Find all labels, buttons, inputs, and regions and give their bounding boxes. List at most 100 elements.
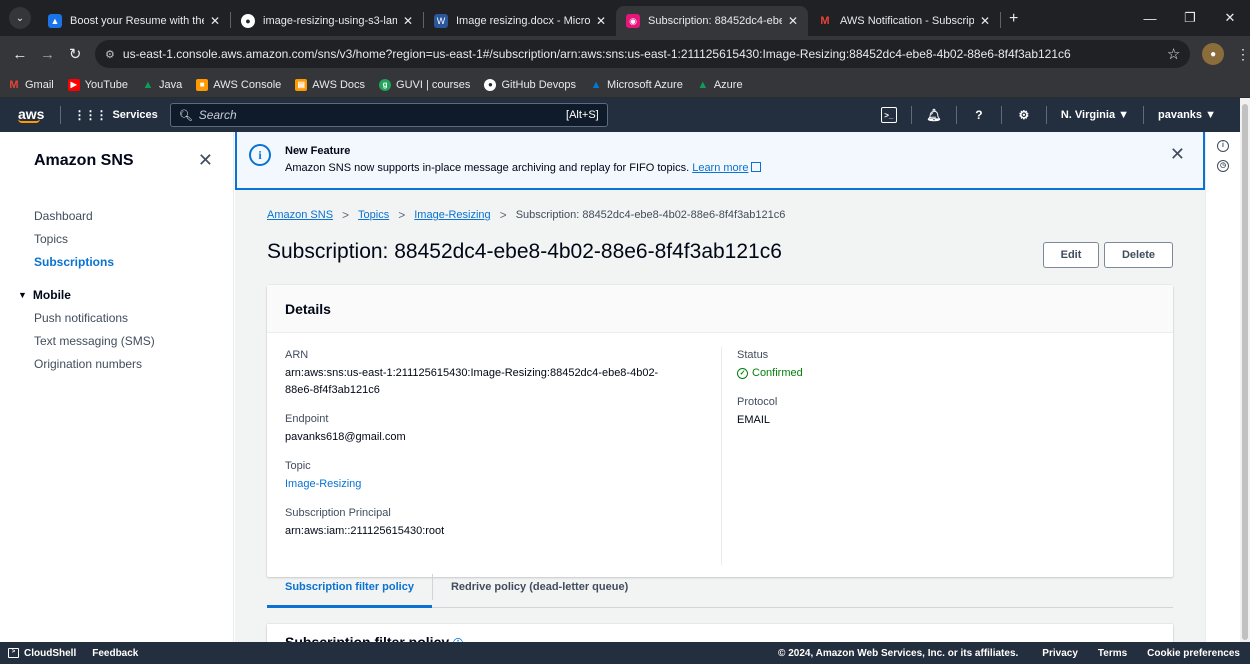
bookmark-star-icon[interactable]: ☆ bbox=[1167, 45, 1180, 63]
search-input[interactable] bbox=[198, 108, 567, 122]
restore-icon[interactable]: ❐ bbox=[1170, 10, 1210, 26]
breadcrumb-current: Subscription: 88452dc4-ebe8-4b02-88e6-8f… bbox=[515, 209, 786, 221]
filter-policy-panel: Subscription filter policy ⓘ bbox=[267, 624, 1173, 642]
forward-arrow-icon[interactable]: → bbox=[34, 46, 62, 63]
aws-search-box[interactable]: 🔍︎ [Alt+S] bbox=[169, 103, 608, 127]
url-field[interactable]: ⚙ us-east-1.console.aws.amazon.com/sns/v… bbox=[95, 40, 1191, 68]
gmail-icon: M bbox=[9, 78, 19, 91]
browser-tab-gmail[interactable]: M AWS Notification - Subscription ✕ bbox=[808, 6, 1000, 36]
feedback-link[interactable]: Feedback bbox=[92, 648, 138, 659]
bookmark-label: AWS Console bbox=[213, 78, 282, 91]
topic-link[interactable]: Image-Resizing bbox=[285, 478, 361, 490]
help-icon[interactable]: ? bbox=[971, 107, 987, 123]
close-icon[interactable]: ✕ bbox=[1170, 144, 1185, 165]
protocol-field: Protocol EMAIL bbox=[737, 396, 1157, 429]
page-scrollbar[interactable] bbox=[1240, 98, 1250, 642]
breadcrumb-image-resizing[interactable]: Image-Resizing bbox=[414, 209, 490, 221]
bell-icon[interactable]: 🔔︎ bbox=[926, 107, 942, 123]
github-icon: ● bbox=[241, 14, 255, 28]
region-selector[interactable]: N. Virginia ▼ bbox=[1061, 109, 1129, 121]
sidebar-title[interactable]: Amazon SNS bbox=[34, 152, 134, 170]
close-icon[interactable]: ✕ bbox=[198, 150, 213, 171]
sidebar-item-origination-numbers[interactable]: Origination numbers bbox=[0, 353, 233, 376]
minimize-icon[interactable]: — bbox=[1130, 11, 1170, 26]
bookmark-aws-docs[interactable]: ▤ AWS Docs bbox=[295, 78, 365, 91]
cloudshell-icon[interactable]: >_ bbox=[880, 107, 897, 123]
close-icon[interactable]: ✕ bbox=[788, 14, 798, 28]
info-icon[interactable]: i bbox=[1217, 140, 1229, 152]
tab-subscription-filter-policy[interactable]: Subscription filter policy bbox=[267, 572, 432, 608]
services-menu[interactable]: ⋮⋮⋮ Services bbox=[73, 108, 157, 122]
site-settings-icon[interactable]: ⚙ bbox=[105, 48, 115, 61]
close-icon[interactable]: ✕ bbox=[596, 14, 606, 28]
learn-more-link[interactable]: Learn more bbox=[692, 162, 762, 174]
cloudshell-button[interactable]: > CloudShell bbox=[8, 648, 76, 659]
protocol-label: Protocol bbox=[737, 396, 778, 408]
clock-icon[interactable]: ◷ bbox=[1217, 160, 1229, 172]
gear-icon[interactable]: ⚙ bbox=[1016, 107, 1032, 123]
browser-tab-word[interactable]: W Image resizing.docx - Microsoft ✕ bbox=[424, 6, 616, 36]
close-icon[interactable]: ✕ bbox=[403, 14, 413, 28]
window-close-icon[interactable]: ✕ bbox=[1210, 10, 1250, 26]
nav-separator bbox=[60, 106, 62, 124]
bookmark-youtube[interactable]: ▶ YouTube bbox=[67, 78, 128, 91]
scrollbar-thumb[interactable] bbox=[1242, 104, 1248, 640]
bookmark-java[interactable]: ▲ Java bbox=[142, 79, 183, 91]
bookmark-azure[interactable]: ▲ Azure bbox=[697, 79, 742, 91]
grid-icon: ⋮⋮⋮ bbox=[73, 108, 107, 122]
nav-separator bbox=[1000, 106, 1002, 124]
browser-tab-sns-subscription[interactable]: ◉ Subscription: 88452dc4-ebe8-4 ✕ bbox=[616, 6, 808, 36]
cube-icon: ■ bbox=[196, 78, 209, 91]
more-options-icon[interactable]: ⋮ bbox=[1236, 46, 1250, 63]
browser-tabstrip: ⌄ ▲ Boost your Resume with these F ✕ ● i… bbox=[0, 0, 1250, 36]
account-menu[interactable]: pavanks ▼ bbox=[1158, 109, 1216, 121]
new-feature-flashbar: i New Feature Amazon SNS now supports in… bbox=[235, 132, 1205, 190]
tab-redrive-policy[interactable]: Redrive policy (dead-letter queue) bbox=[433, 572, 646, 608]
sidebar-item-topics[interactable]: Topics bbox=[0, 228, 233, 251]
bookmark-gmail[interactable]: M Gmail bbox=[8, 78, 53, 91]
browser-tab-github[interactable]: ● image-resizing-using-s3-lambd ✕ bbox=[231, 6, 423, 36]
privacy-link[interactable]: Privacy bbox=[1042, 648, 1078, 659]
browser-tab-resume[interactable]: ▲ Boost your Resume with these F ✕ bbox=[38, 6, 230, 36]
details-left-column: ARN arn:aws:sns:us-east-1:211125615430:I… bbox=[285, 349, 715, 554]
filter-policy-heading: Subscription filter policy ⓘ bbox=[267, 624, 1173, 642]
breadcrumb-topics[interactable]: Topics bbox=[358, 209, 389, 221]
chevron-right-icon: > bbox=[342, 208, 350, 222]
bookmark-guvi[interactable]: g GUVI | courses bbox=[379, 78, 470, 91]
aws-top-nav: aws ⋮⋮⋮ Services 🔍︎ [Alt+S] >_ 🔔︎ ? ⚙ N.… bbox=[0, 98, 1240, 132]
sidebar-item-push-notifications[interactable]: Push notifications bbox=[0, 307, 233, 330]
back-arrow-icon[interactable]: ← bbox=[6, 46, 34, 63]
sidebar-group-label: Mobile bbox=[32, 288, 71, 302]
cookie-preferences-link[interactable]: Cookie preferences bbox=[1147, 648, 1240, 659]
bookmark-microsoft-azure[interactable]: ▲ Microsoft Azure bbox=[590, 79, 683, 91]
sidebar-item-subscriptions[interactable]: Subscriptions bbox=[0, 251, 233, 274]
flash-message: Amazon SNS now supports in-place message… bbox=[285, 162, 762, 174]
terms-link[interactable]: Terms bbox=[1098, 648, 1127, 659]
bookmarks-bar: M Gmail ▶ YouTube ▲ Java ■ AWS Console ▤ AWS … bbox=[0, 72, 1250, 98]
youtube-icon: ▶ bbox=[67, 78, 80, 91]
bookmark-label: GitHub Devops bbox=[501, 78, 577, 91]
reload-icon[interactable]: ↻ bbox=[61, 45, 89, 63]
caret-down-icon: ▼ bbox=[18, 290, 27, 300]
bookmark-aws-console[interactable]: ■ AWS Console bbox=[196, 78, 282, 91]
sidebar-item-text-messaging[interactable]: Text messaging (SMS) bbox=[0, 330, 233, 353]
breadcrumb-amazon-sns[interactable]: Amazon SNS bbox=[267, 209, 333, 221]
edit-button[interactable]: Edit bbox=[1043, 242, 1099, 268]
close-icon[interactable]: ✕ bbox=[980, 14, 990, 28]
sidebar-item-dashboard[interactable]: Dashboard bbox=[0, 205, 233, 228]
close-icon[interactable]: ✕ bbox=[210, 14, 220, 28]
sidebar-group-mobile[interactable]: ▼ Mobile bbox=[0, 284, 233, 307]
aws-logo[interactable]: aws bbox=[18, 107, 44, 123]
tab-search-button[interactable]: ⌄ bbox=[6, 4, 34, 32]
delete-button[interactable]: Delete bbox=[1104, 242, 1173, 268]
nav-separator bbox=[1143, 106, 1145, 124]
profile-avatar[interactable]: ● bbox=[1202, 43, 1224, 65]
bookmark-label: YouTube bbox=[84, 78, 128, 91]
bookmark-github-devops[interactable]: ● GitHub Devops bbox=[484, 78, 577, 91]
tab-title: image-resizing-using-s3-lambd bbox=[263, 15, 397, 27]
check-circle-icon: ✓ bbox=[737, 368, 748, 379]
flash-title: New Feature bbox=[285, 145, 351, 157]
chevron-down-icon: ⌄ bbox=[9, 7, 31, 29]
new-tab-icon[interactable]: + bbox=[1009, 10, 1018, 28]
sns-sidebar: Amazon SNS ✕ Dashboard Topics Subscripti… bbox=[0, 132, 234, 642]
